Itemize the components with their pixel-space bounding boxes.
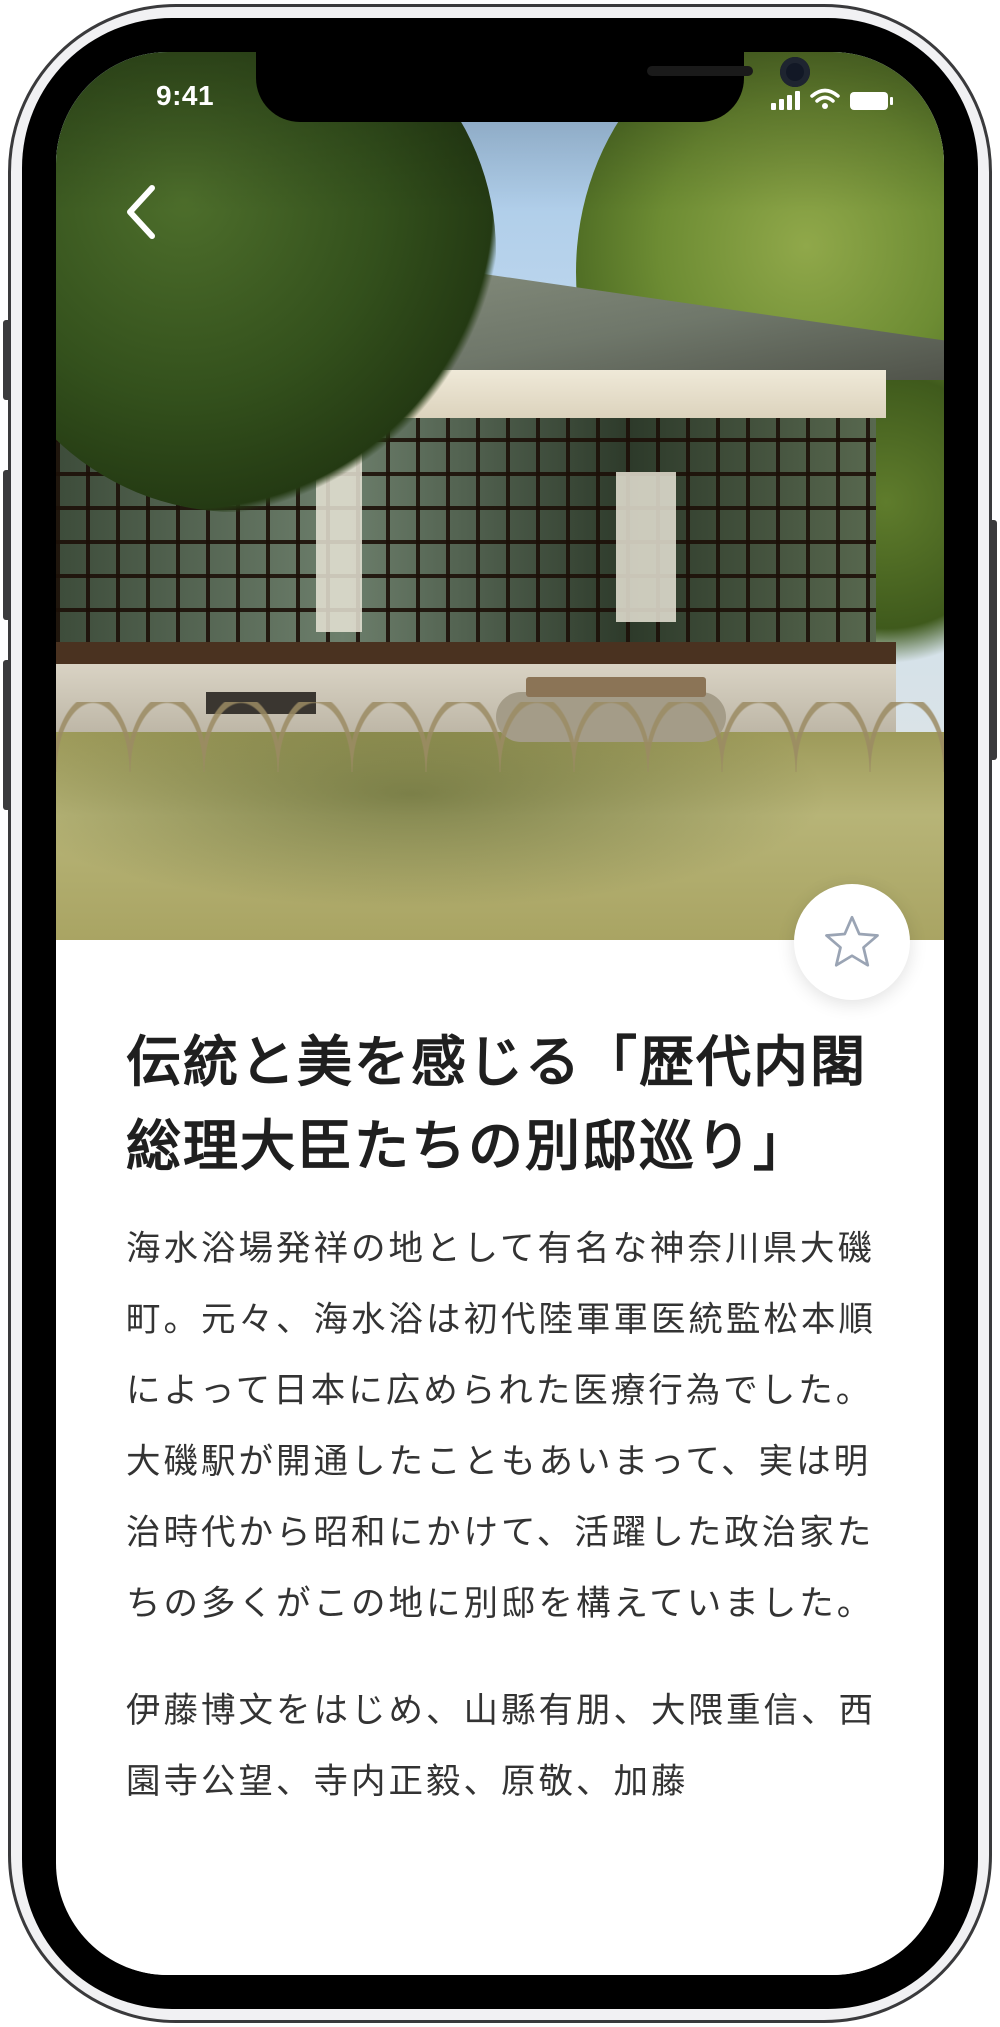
volume-down-button xyxy=(3,660,11,810)
article: 伝統と美を感じる「歴代内閣総理大臣たちの別邸巡り」 海水浴場発祥の地として有名な… xyxy=(126,1020,906,1818)
star-outline-icon xyxy=(825,915,879,967)
silent-switch xyxy=(3,320,11,400)
battery-icon xyxy=(850,92,893,110)
notch xyxy=(256,52,810,122)
cellular-signal-icon xyxy=(771,90,800,110)
screen: 9:41 伝統と美を感じる「歴代内閣総理大臣たちの別邸巡り」 海水浴場発祥の地と… xyxy=(56,52,944,1975)
article-paragraph: 伊藤博文をはじめ、山縣有朋、大隈重信、西園寺公望、寺内正毅、原敬、加藤 xyxy=(126,1691,876,1802)
status-icons xyxy=(771,86,893,110)
power-button xyxy=(989,520,997,760)
volume-up-button xyxy=(3,470,11,620)
camera xyxy=(780,57,810,87)
wifi-icon xyxy=(810,88,840,109)
article-title: 伝統と美を感じる「歴代内閣総理大臣たちの別邸巡り」 xyxy=(126,1029,868,1178)
article-paragraph: 海水浴場発祥の地として有名な神奈川県大磯町。元々、海水浴は初代陸軍軍医統監松本順… xyxy=(126,1229,876,1624)
hero-image xyxy=(56,52,944,940)
favorite-button[interactable] xyxy=(794,884,910,1000)
back-button[interactable] xyxy=(112,178,172,248)
bottom-fade xyxy=(56,1935,944,1975)
chevron-left-icon xyxy=(127,184,155,239)
speaker xyxy=(647,66,753,76)
status-time: 9:41 xyxy=(156,80,215,111)
